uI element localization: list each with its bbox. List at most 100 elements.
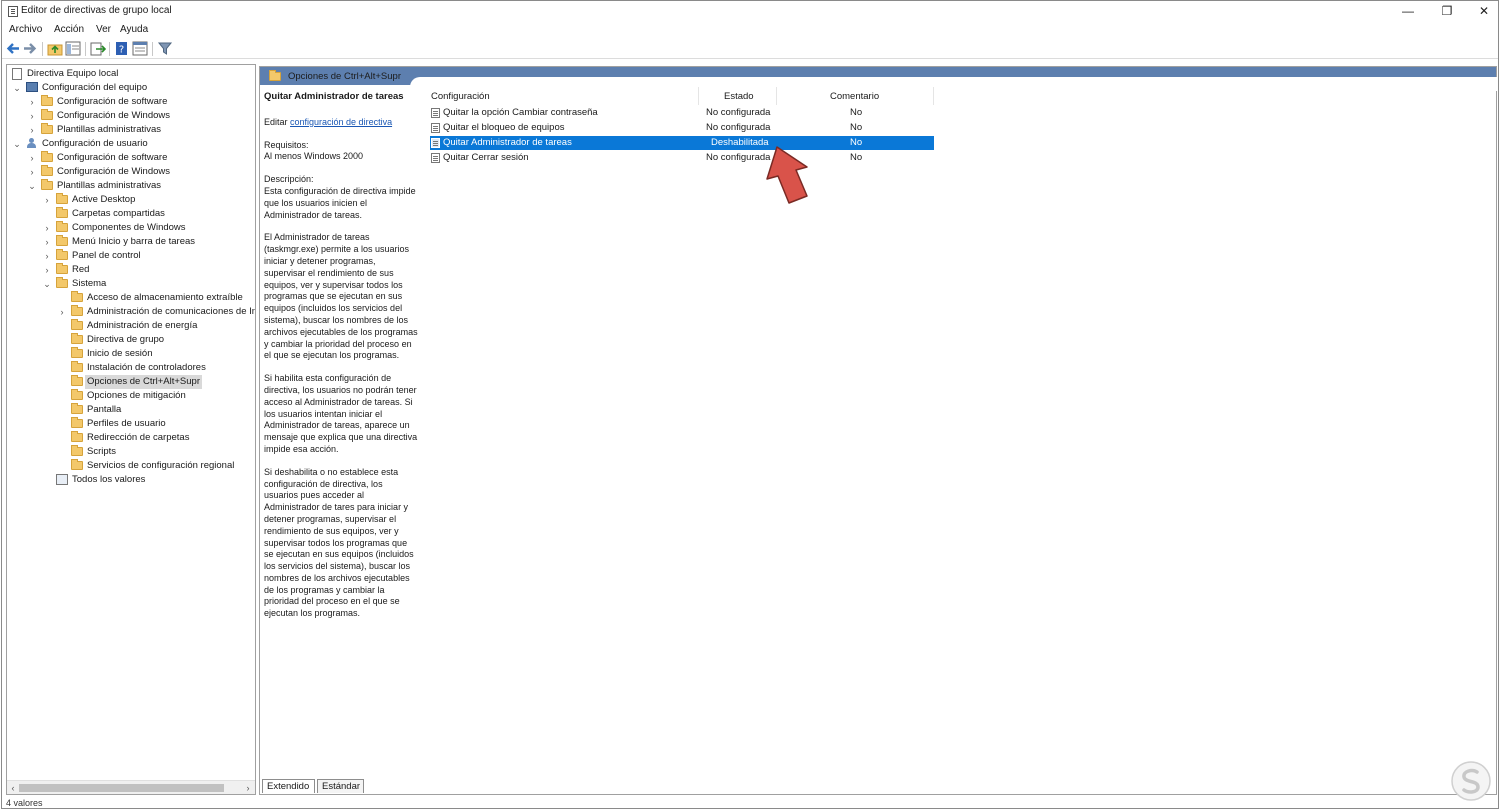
- edit-policy-link[interactable]: configuración de directiva: [290, 117, 392, 127]
- chevron-right-icon[interactable]: ›: [42, 263, 52, 277]
- policy-setting-icon: [431, 123, 440, 133]
- policy-doc-icon: [12, 68, 22, 80]
- folder-icon: [71, 375, 83, 386]
- tab-estandar[interactable]: Estándar: [317, 779, 364, 793]
- edit-prefix: Editar: [264, 116, 291, 127]
- folder-icon: [56, 221, 68, 232]
- show-hide-tree-icon[interactable]: [65, 41, 81, 56]
- folder-icon: [71, 459, 83, 470]
- description-p1: Esta configuración de directiva impide q…: [264, 185, 416, 220]
- chevron-right-icon[interactable]: ›: [42, 235, 52, 249]
- details-pane: Opciones de Ctrl+Alt+Supr Quitar Adminis…: [259, 66, 1498, 795]
- minimize-button[interactable]: —: [1391, 1, 1425, 22]
- tab-extendido[interactable]: Extendido: [262, 779, 315, 793]
- filter-icon[interactable]: [157, 41, 173, 56]
- edit-line: Editar configuración de directiva: [264, 117, 419, 129]
- folder-icon: [71, 291, 83, 302]
- toolbar: ?: [2, 39, 1498, 59]
- scrollbar-thumb[interactable]: [19, 784, 224, 792]
- folder-icon: [71, 305, 83, 316]
- policy-title: Quitar Administrador de tareas: [264, 91, 404, 102]
- list-item[interactable]: Quitar Cerrar sesión No configurada No: [430, 151, 934, 165]
- column-header-comment[interactable]: Comentario: [830, 89, 879, 105]
- watermark-logo-icon: [1451, 761, 1491, 801]
- up-folder-icon[interactable]: [47, 41, 63, 56]
- folder-icon: [41, 179, 53, 190]
- gpedit-window: Editor de directivas de grupo local — ❐ …: [1, 0, 1499, 809]
- list-item[interactable]: Quitar el bloqueo de equipos No configur…: [430, 121, 934, 135]
- folder-icon: [71, 333, 83, 344]
- folder-icon: [41, 165, 53, 176]
- requirements: Requisitos: Al menos Windows 2000: [264, 140, 419, 164]
- header-title: Opciones de Ctrl+Alt+Supr: [288, 71, 402, 82]
- description-p4: Si deshabilita o no establece esta confi…: [264, 466, 414, 619]
- computer-icon: [26, 82, 38, 92]
- forward-arrow-icon[interactable]: [22, 41, 38, 56]
- tree-horizontal-scrollbar[interactable]: ‹ ›: [7, 780, 255, 794]
- menu-accion[interactable]: Acción: [54, 24, 84, 35]
- help-icon[interactable]: ?: [114, 41, 130, 56]
- chevron-right-icon[interactable]: ›: [27, 151, 37, 165]
- description-block: Descripción: Esta configuración de direc…: [264, 174, 419, 221]
- user-icon: [26, 138, 38, 149]
- svg-text:?: ?: [119, 45, 124, 56]
- chevron-down-icon[interactable]: ⌄: [12, 81, 22, 95]
- tree-pane[interactable]: Directiva Equipo local ⌄ Configuración d…: [6, 64, 256, 795]
- description-p3: Si habilita esta configuración de direct…: [264, 373, 418, 454]
- scroll-left-icon[interactable]: ‹: [8, 781, 18, 794]
- chevron-down-icon[interactable]: ⌄: [27, 179, 37, 193]
- menu-archivo[interactable]: Archivo: [9, 24, 42, 35]
- folder-icon: [269, 70, 281, 81]
- chevron-right-icon[interactable]: ›: [27, 123, 37, 137]
- folder-icon: [71, 445, 83, 456]
- folder-icon: [56, 193, 68, 204]
- description-p2: El Administrador de tareas (taskmgr.exe)…: [264, 232, 418, 361]
- status-text: 4 valores: [6, 798, 43, 808]
- annotation-arrow-icon: [766, 146, 808, 204]
- folder-icon: [71, 319, 83, 330]
- folder-icon: [71, 403, 83, 414]
- back-arrow-icon[interactable]: [5, 41, 21, 56]
- column-header-state[interactable]: Estado: [724, 89, 754, 105]
- policy-setting-icon: [431, 108, 440, 118]
- chevron-right-icon[interactable]: ›: [42, 193, 52, 207]
- menu-ver[interactable]: Ver: [96, 24, 111, 35]
- folder-icon: [56, 277, 68, 288]
- chevron-right-icon[interactable]: ›: [27, 165, 37, 179]
- scroll-right-icon[interactable]: ›: [243, 781, 253, 794]
- folder-icon: [71, 417, 83, 428]
- all-settings-icon: [56, 474, 68, 485]
- properties-icon[interactable]: [132, 41, 148, 56]
- menu-bar: Archivo Acción Ver Ayuda: [2, 22, 1498, 39]
- app-icon: [8, 6, 18, 17]
- chevron-right-icon[interactable]: ›: [57, 305, 67, 319]
- folder-icon: [56, 235, 68, 246]
- export-list-icon[interactable]: [90, 41, 106, 56]
- chevron-down-icon[interactable]: ⌄: [42, 277, 52, 291]
- folder-icon: [56, 249, 68, 260]
- folder-icon: [41, 95, 53, 106]
- column-header-setting[interactable]: Configuración: [431, 89, 490, 105]
- list-item[interactable]: Quitar la opción Cambiar contraseña No c…: [430, 106, 934, 120]
- status-bar: 4 valores: [2, 797, 1498, 809]
- list-item-selected[interactable]: Quitar Administrador de tareas Deshabili…: [430, 136, 934, 150]
- chevron-right-icon[interactable]: ›: [27, 109, 37, 123]
- title-bar: Editor de directivas de grupo local — ❐ …: [2, 1, 1498, 22]
- chevron-right-icon[interactable]: ›: [42, 221, 52, 235]
- folder-icon: [41, 109, 53, 120]
- folder-icon: [71, 431, 83, 442]
- window-title: Editor de directivas de grupo local: [21, 5, 172, 16]
- description-label: Descripción:: [264, 174, 314, 185]
- folder-icon: [71, 361, 83, 372]
- restore-button[interactable]: ❐: [1430, 1, 1464, 22]
- chevron-down-icon[interactable]: ⌄: [12, 137, 22, 151]
- close-button[interactable]: ✕: [1467, 1, 1500, 22]
- chevron-right-icon[interactable]: ›: [27, 95, 37, 109]
- folder-icon: [56, 263, 68, 274]
- description-panel: Quitar Administrador de tareas Editar co…: [264, 91, 419, 631]
- policy-setting-icon: [431, 153, 440, 163]
- folder-icon: [41, 123, 53, 134]
- folder-icon: [56, 207, 68, 218]
- menu-ayuda[interactable]: Ayuda: [120, 24, 148, 35]
- chevron-right-icon[interactable]: ›: [42, 249, 52, 263]
